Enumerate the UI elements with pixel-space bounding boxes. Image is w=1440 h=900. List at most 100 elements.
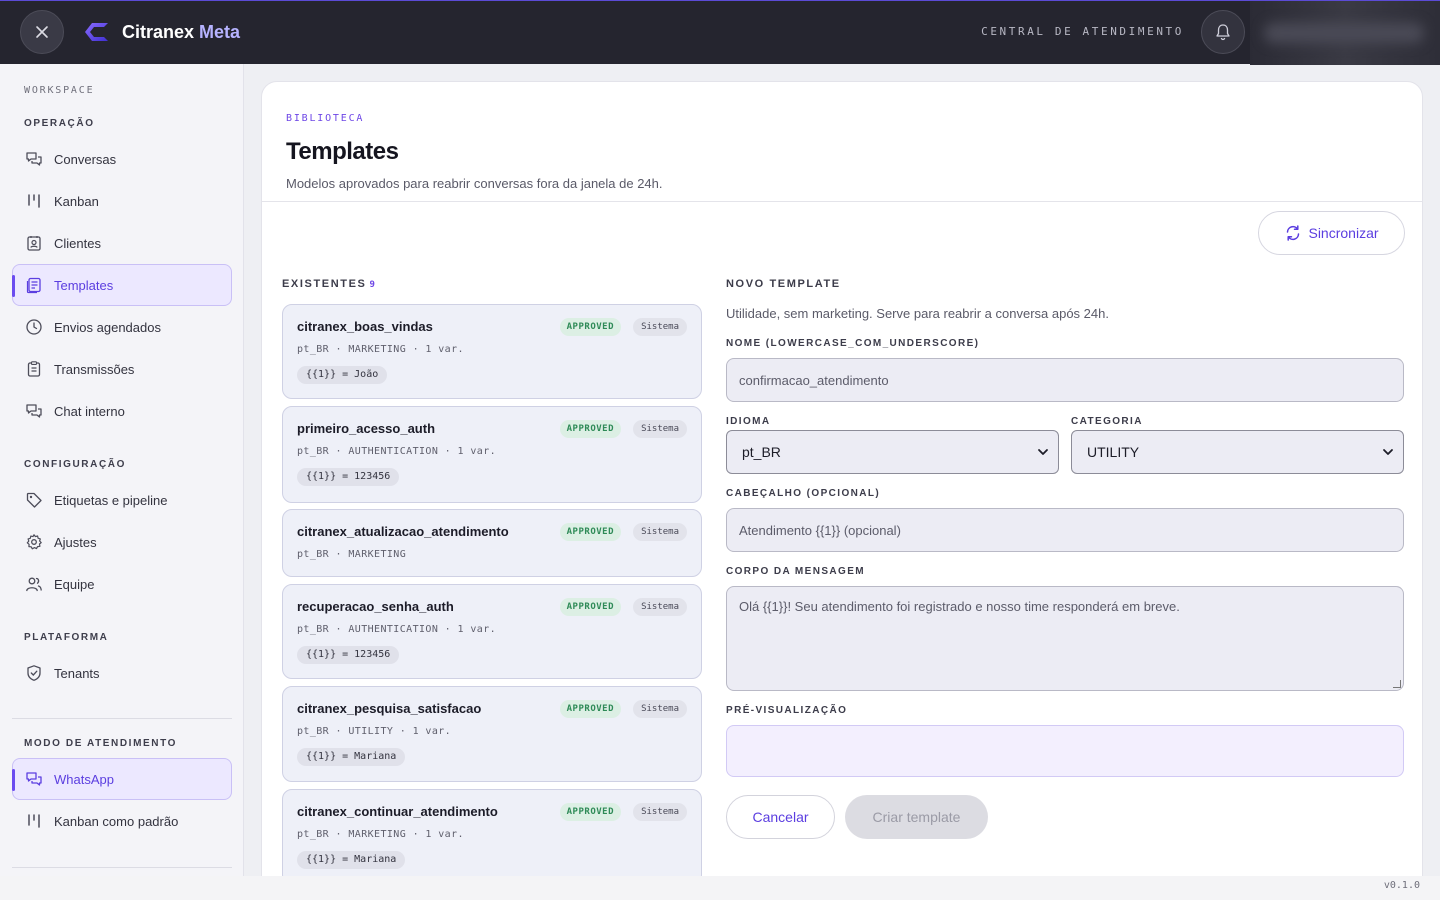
name-input[interactable]: confirmacao_atendimento (726, 358, 1404, 402)
body-textarea[interactable]: Olá {{1}}! Seu atendimento foi registrad… (726, 586, 1404, 691)
sidebar-item-label: Clientes (54, 235, 101, 251)
status-badge: APPROVED (559, 803, 621, 821)
template-card[interactable]: citranex_boas_vindas APPROVED Sistema pt… (282, 304, 702, 399)
notifications-button[interactable] (1201, 10, 1245, 54)
header-input[interactable]: Atendimento {{1}} (opcional) (726, 508, 1404, 552)
sidebar-item-ajustes[interactable]: Ajustes (12, 521, 232, 563)
gear-icon (25, 533, 43, 551)
top-bar: Citranex Meta CENTRAL DE ATENDIMENTO (0, 0, 1440, 65)
sidebar-item-label: Conversas (54, 151, 117, 167)
source-badge: Sistema (633, 318, 687, 336)
template-meta: pt_BR · AUTHENTICATION · 1 var. (297, 446, 497, 457)
section-modo-atendimento: MODO DE ATENDIMENTO (24, 738, 177, 749)
chat-icon (25, 402, 43, 420)
sidebar-item-whatsapp[interactable]: WhatsApp (12, 758, 232, 800)
footer (0, 876, 1440, 900)
sidebar-item-label: Envios agendados (54, 319, 161, 335)
template-name: citranex_continuar_atendimento (297, 804, 498, 819)
status-badge: APPROVED (559, 420, 621, 438)
status-badge: APPROVED (559, 700, 621, 718)
sync-button-label: Sincronizar (1308, 225, 1379, 241)
contacts-icon (25, 234, 43, 252)
sidebar-item-label: Tenants (54, 665, 100, 681)
template-card[interactable]: recuperacao_senha_auth APPROVED Sistema … (282, 584, 702, 679)
body-placeholder: Olá {{1}}! Seu atendimento foi registrad… (739, 599, 1180, 614)
category-value: UTILITY (1087, 444, 1140, 460)
templates-panel: BIBLIOTECA Templates Modelos aprovados p… (261, 81, 1423, 900)
template-meta: pt_BR · AUTHENTICATION · 1 var. (297, 624, 497, 635)
chevron-down-icon (1383, 449, 1393, 455)
template-card[interactable]: primeiro_acesso_auth APPROVED Sistema pt… (282, 406, 702, 503)
kanban-icon (25, 812, 43, 830)
sidebar: WORKSPACE OPERAÇÃO Conversas Kanban Clie… (0, 64, 244, 876)
source-badge: Sistema (633, 523, 687, 541)
clock-icon (25, 318, 43, 336)
resize-handle[interactable] (1393, 680, 1401, 688)
source-badge: Sistema (633, 598, 687, 616)
create-template-button[interactable]: Criar template (845, 795, 988, 839)
version-label: v0.1.0 (1383, 880, 1420, 891)
sync-button[interactable]: Sincronizar (1258, 211, 1405, 255)
page-subtitle: Modelos aprovados para reabrir conversas… (286, 176, 663, 191)
template-variable: {{1}} = João (297, 366, 388, 384)
form-note: Utilidade, sem marketing. Serve para rea… (726, 306, 1109, 321)
template-name: citranex_pesquisa_satisfacao (297, 701, 482, 716)
sidebar-item-kanban[interactable]: Kanban (12, 180, 232, 222)
sidebar-item-templates[interactable]: Templates (12, 264, 232, 306)
close-button[interactable] (20, 10, 64, 54)
sidebar-item-clientes[interactable]: Clientes (12, 222, 232, 264)
page-title: Templates (286, 138, 399, 165)
sidebar-item-label: Transmissões (54, 361, 135, 377)
sidebar-item-envios-agendados[interactable]: Envios agendados (12, 306, 232, 348)
source-badge: Sistema (633, 700, 687, 718)
chat-icon (25, 770, 43, 788)
sidebar-item-equipe[interactable]: Equipe (12, 563, 232, 605)
kanban-icon (25, 192, 43, 210)
template-meta: pt_BR · UTILITY · 1 var. (297, 726, 452, 737)
section-operacao: OPERAÇÃO (24, 118, 95, 129)
status-badge: APPROVED (559, 523, 621, 541)
template-name: citranex_atualizacao_atendimento (297, 524, 509, 539)
source-badge: Sistema (633, 803, 687, 821)
sidebar-item-label: Etiquetas e pipeline (54, 492, 168, 508)
brand-name: Citranex (122, 21, 195, 42)
preview-label: PRÉ-VISUALIZAÇÃO (726, 705, 848, 716)
tag-icon (25, 491, 43, 509)
sidebar-item-label: Kanban (54, 193, 99, 209)
template-icon (25, 276, 43, 294)
sidebar-divider (12, 718, 232, 719)
template-meta: pt_BR · MARKETING · 1 var. (297, 344, 464, 355)
template-card[interactable]: citranex_atualizacao_atendimento APPROVE… (282, 509, 702, 577)
sidebar-item-conversas[interactable]: Conversas (12, 138, 232, 180)
language-select[interactable]: pt_BR (726, 430, 1059, 474)
template-name: citranex_boas_vindas (297, 319, 433, 334)
brand-logo-icon (85, 23, 108, 41)
sidebar-item-kanban-padrao[interactable]: Kanban como padrão (12, 800, 232, 842)
existing-label: EXISTENTES (282, 278, 367, 290)
status-badge: APPROVED (559, 318, 621, 336)
language-label: IDIOMA (726, 416, 771, 427)
body-label: CORPO DA MENSAGEM (726, 566, 865, 577)
sidebar-item-label: Kanban como padrão (54, 813, 179, 829)
category-select[interactable]: UTILITY (1071, 430, 1404, 474)
sidebar-item-etiquetas[interactable]: Etiquetas e pipeline (12, 479, 232, 521)
status-badge: APPROVED (559, 598, 621, 616)
template-name: recuperacao_senha_auth (297, 599, 454, 614)
page-eyebrow: BIBLIOTECA (286, 113, 365, 124)
name-label: NOME (LOWERCASE_COM_UNDERSCORE) (726, 338, 980, 349)
clipboard-icon (25, 360, 43, 378)
sidebar-item-tenants[interactable]: Tenants (12, 652, 232, 694)
preview-box (726, 725, 1404, 777)
existing-count: 9 (369, 280, 377, 290)
sidebar-item-label: WhatsApp (54, 771, 114, 787)
brand-accent: Meta (199, 21, 241, 42)
cancel-button[interactable]: Cancelar (726, 795, 835, 839)
sidebar-item-chat-interno[interactable]: Chat interno (12, 390, 232, 432)
user-menu[interactable] (1250, 1, 1440, 65)
refresh-icon (1287, 225, 1300, 241)
brand[interactable]: Citranex Meta (82, 19, 240, 45)
sidebar-item-transmissoes[interactable]: Transmissões (12, 348, 232, 390)
template-card[interactable]: citranex_pesquisa_satisfacao APPROVED Si… (282, 686, 702, 782)
template-card[interactable]: citranex_continuar_atendimento APPROVED … (282, 789, 702, 885)
section-plataforma: PLATAFORMA (24, 632, 109, 643)
